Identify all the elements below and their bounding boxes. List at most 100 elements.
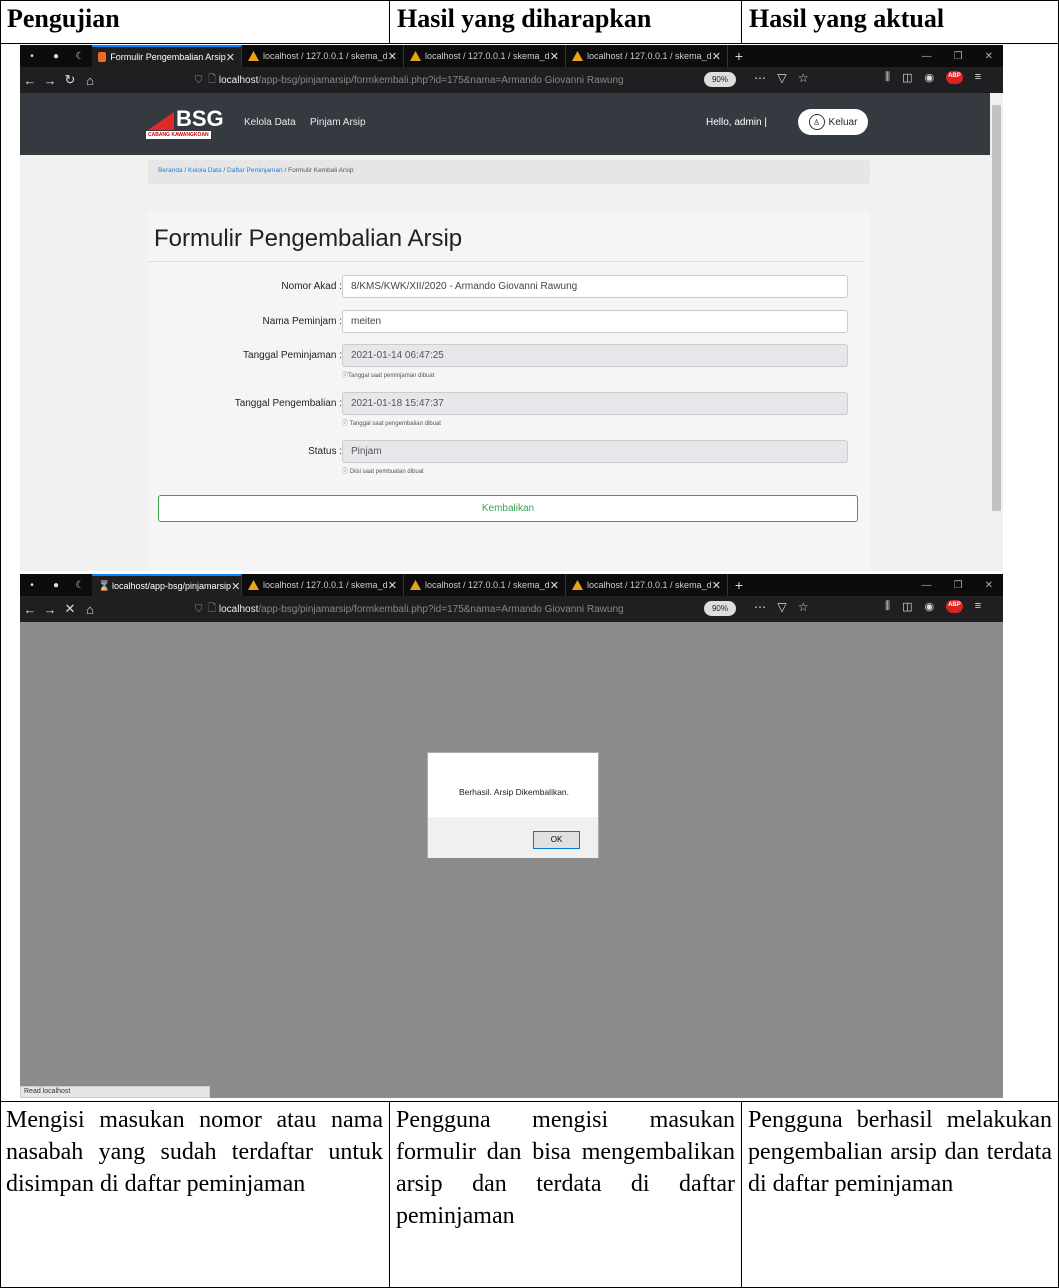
help-text: Tanggal saat pengembalian dibuat — [349, 421, 441, 427]
close-icon[interactable]: ✕ — [550, 50, 559, 63]
app-navbar: BSG CABANG KAWANGKOAN Kelola Data Pinjam… — [20, 93, 990, 155]
user-icon: ♙ — [808, 114, 825, 130]
extension-icon[interactable]: • — [20, 45, 44, 67]
logout-button[interactable]: ♙ Keluar — [798, 109, 868, 135]
moon-icon[interactable]: ☾ — [68, 574, 92, 596]
header-pengujian: Pengujian — [7, 4, 120, 33]
browser-tab[interactable]: ⌛ localhost/app-bsg/pinjamarsip ✕ — [92, 574, 242, 596]
zoom-badge[interactable]: 90% — [704, 72, 736, 87]
back-icon[interactable]: ← — [20, 73, 40, 88]
nav-pinjam-arsip[interactable]: Pinjam Arsip — [310, 117, 366, 128]
back-icon[interactable]: ← — [20, 602, 40, 617]
bookmark-star-icon[interactable]: ☆ — [798, 71, 813, 85]
browser-tab[interactable]: localhost / 127.0.0.1 / skema_d ✕ — [566, 45, 728, 67]
sidebar-icon[interactable]: ◫ — [902, 600, 912, 613]
field-label: Status : — [308, 446, 342, 457]
bsg-logo[interactable]: BSG CABANG KAWANGKOAN — [146, 106, 230, 144]
logo-mark — [148, 112, 174, 130]
browser-tab-bar: • ● ☾ ⌛ localhost/app-bsg/pinjamarsip ✕ lo… — [20, 574, 1003, 596]
field-label: Nama Peminjam : — [262, 316, 342, 327]
forward-icon[interactable]: → — [40, 73, 60, 88]
web-page: BSG CABANG KAWANGKOAN Kelola Data Pinjam… — [20, 93, 990, 571]
browser-tab[interactable]: localhost / 127.0.0.1 / skema_d ✕ — [566, 574, 728, 596]
extension-icon[interactable]: • — [20, 574, 44, 596]
browser-tab[interactable]: Formulir Pengembalian Arsip ✕ — [92, 45, 242, 67]
close-icon[interactable]: ✕ — [712, 579, 721, 592]
divider — [148, 261, 864, 262]
minimize-icon[interactable]: — — [922, 580, 932, 591]
home-icon[interactable]: ⌂ — [80, 73, 100, 88]
shield-icon: ⛉ — [195, 74, 203, 86]
close-icon[interactable]: ✕ — [388, 579, 397, 592]
field-label: Tanggal Peminjaman : — [243, 350, 342, 361]
breadcrumb-beranda[interactable]: Beranda — [158, 167, 183, 174]
phpmyadmin-icon — [248, 580, 259, 590]
close-window-icon[interactable]: ✕ — [985, 51, 993, 62]
hourglass-icon: ⌛ — [98, 581, 111, 592]
close-icon[interactable]: ✕ — [388, 50, 397, 63]
browser-tab[interactable]: localhost / 127.0.0.1 / skema_d ✕ — [242, 574, 404, 596]
account-icon[interactable]: ◉ — [924, 71, 934, 84]
close-icon[interactable]: ✕ — [226, 51, 235, 64]
browser-tab[interactable]: localhost / 127.0.0.1 / skema_d ✕ — [404, 574, 566, 596]
tor-icon[interactable]: ● — [44, 45, 68, 67]
browser-nav-bar: ← → ↻ ⌂ ⛉ 🗋 localhost/app-bsg/pinjamarsi… — [20, 67, 1003, 93]
browser-tab[interactable]: localhost / 127.0.0.1 / skema_d ✕ — [404, 45, 566, 67]
breadcrumb-kelola-data[interactable]: Kelola Data — [188, 167, 222, 174]
phpmyadmin-icon — [248, 51, 259, 61]
library-icon[interactable]: ⫼ — [885, 71, 890, 84]
forward-icon[interactable]: → — [40, 602, 60, 617]
vertical-scrollbar[interactable] — [990, 93, 1003, 571]
minimize-icon[interactable]: — — [922, 51, 932, 62]
library-icon[interactable]: ⫼ — [885, 600, 890, 613]
field-help: ⓘ Tanggal saat pengembalian dibuat — [342, 418, 441, 427]
dialog-message: Berhasil. Arsip Dikembalikan. — [458, 787, 570, 797]
close-icon[interactable]: ✕ — [231, 580, 240, 593]
new-tab-button[interactable]: + — [728, 48, 750, 64]
menu-icon[interactable]: ≡ — [975, 600, 981, 613]
pocket-icon[interactable]: ▽ — [777, 71, 790, 85]
header-hasil-diharapkan: Hasil yang diharapkan — [397, 4, 652, 33]
account-icon[interactable]: ◉ — [924, 600, 934, 613]
ok-button[interactable]: OK — [533, 831, 580, 849]
new-tab-button[interactable]: + — [728, 577, 750, 593]
restore-icon[interactable]: ❐ — [954, 51, 963, 62]
close-icon[interactable]: ✕ — [550, 579, 559, 592]
tanggal-peminjaman-input: 2021-01-14 06:47:25 — [342, 344, 848, 367]
browser-tab-bar: • ● ☾ Formulir Pengembalian Arsip ✕ local… — [20, 45, 1003, 67]
pocket-icon[interactable]: ▽ — [777, 600, 790, 614]
browser-tab[interactable]: localhost / 127.0.0.1 / skema_d ✕ — [242, 45, 404, 67]
phpmyadmin-icon — [572, 580, 583, 590]
more-icon[interactable]: ⋯ — [754, 600, 770, 614]
home-icon[interactable]: ⌂ — [80, 602, 100, 617]
nomor-akad-input[interactable]: 8/KMS/KWK/XII/2020 - Armando Giovanni Ra… — [342, 275, 848, 298]
breadcrumb-daftar-peminjaman[interactable]: Daftar Peminjaman — [227, 167, 283, 174]
close-icon[interactable]: ✕ — [712, 50, 721, 63]
sidebar-icon[interactable]: ◫ — [902, 71, 912, 84]
moon-icon[interactable]: ☾ — [68, 45, 92, 67]
nama-peminjam-input[interactable]: meiten — [342, 310, 848, 333]
nav-kelola-data[interactable]: Kelola Data — [244, 117, 296, 128]
restore-icon[interactable]: ❐ — [954, 580, 963, 591]
menu-icon[interactable]: ≡ — [975, 71, 981, 84]
info-icon: ⓘ — [342, 421, 350, 427]
reload-icon[interactable]: ↻ — [60, 72, 80, 88]
more-icon[interactable]: ⋯ — [754, 71, 770, 85]
zoom-badge[interactable]: 90% — [704, 601, 736, 616]
adblock-icon[interactable]: ABP — [946, 600, 963, 613]
tab-label: localhost / 127.0.0.1 / skema_d — [425, 51, 550, 61]
help-text: Diisi saat pembuatan dibuat — [349, 469, 424, 475]
scroll-thumb[interactable] — [992, 105, 1001, 511]
help-text: Tanggal saat peminjaman dibuat — [348, 373, 435, 379]
page-icon: 🗋 — [208, 602, 217, 614]
bookmark-star-icon[interactable]: ☆ — [798, 600, 813, 614]
kembalikan-button[interactable]: Kembalikan — [158, 495, 858, 522]
stop-icon[interactable]: ✕ — [60, 601, 80, 617]
adblock-icon[interactable]: ABP — [946, 71, 963, 84]
tab-label: localhost / 127.0.0.1 / skema_d — [263, 580, 388, 590]
close-window-icon[interactable]: ✕ — [985, 580, 993, 591]
logo-text: BSG — [176, 106, 224, 131]
breadcrumb-current: Formulir Kembali Arsip — [288, 167, 354, 174]
tor-icon[interactable]: ● — [44, 574, 68, 596]
cell-pengujian: Mengisi masukan nomor atau nama nasabah … — [6, 1107, 383, 1197]
